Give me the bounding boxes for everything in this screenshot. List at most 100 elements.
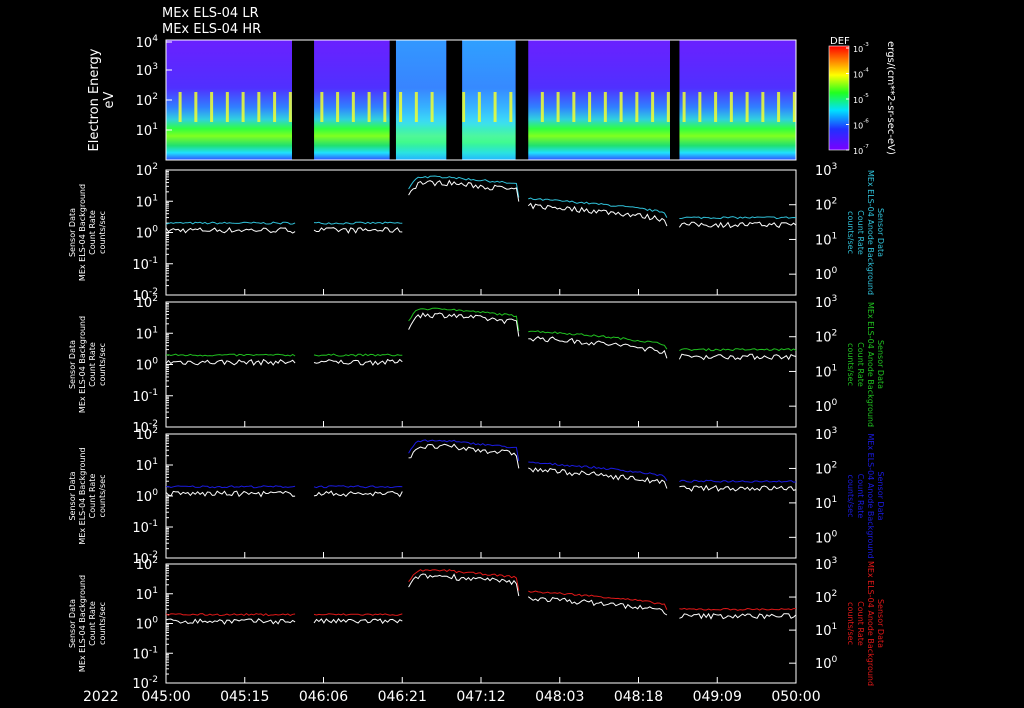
spectrogram-ytick-label: 102 [136, 92, 158, 109]
left-ylabel-line: counts/sec [98, 602, 107, 645]
right-ytick-label: 101 [815, 231, 837, 248]
series-line-white [679, 612, 797, 620]
right-ytick-label: 101 [815, 622, 837, 639]
left-ytick-label: 100 [136, 488, 159, 505]
right-ylabel-line: MEx ELS-04 Anode Background [866, 433, 875, 558]
xtick-label: 050:00 [771, 689, 820, 705]
left-ytick-label: 101 [136, 325, 158, 342]
panel-frame [165, 169, 797, 296]
xtick-label: 045:00 [141, 689, 190, 705]
spectrogram-burst [210, 92, 214, 122]
left-ytick-label: 102 [136, 426, 158, 443]
right-ytick-label: 102 [815, 197, 837, 214]
right-ylabel-line: MEx ELS-04 Anode Background [866, 170, 875, 295]
series-line-white [313, 618, 403, 625]
left-ylabel-line: Count Rate [88, 474, 97, 519]
series-line-colored [165, 353, 296, 357]
series-line-white [528, 596, 668, 616]
left-ytick-label: 100 [136, 357, 159, 374]
spectrogram-burst [351, 92, 355, 122]
panel-frame [165, 563, 797, 684]
spectrogram-burst [367, 92, 371, 122]
spectrogram-burst [603, 92, 607, 122]
spectrogram-gap [515, 40, 529, 160]
right-ytick-label: 100 [815, 398, 838, 415]
series-line-white [313, 490, 403, 498]
plot-header: MEx ELS-04 LR MEx ELS-04 HR [162, 6, 261, 37]
count-rate-panel-blue: 10210110010-110-2103102101100Sensor Data… [68, 426, 885, 567]
series-line-colored [679, 347, 797, 352]
right-ylabel-line: Count Rate [856, 474, 865, 519]
left-ytick-label: 101 [136, 586, 158, 603]
spectrogram-burst [225, 92, 229, 122]
spectrogram-ylabel: Electron Energy [87, 48, 102, 151]
series-line-white [678, 353, 797, 361]
spectrogram-burst [273, 92, 277, 122]
header-line-2: MEx ELS-04 HR [162, 22, 261, 37]
series-line-white [528, 467, 668, 489]
series-line-white [408, 312, 520, 337]
colorbar-tick-label: 10-5 [853, 93, 869, 105]
right-ytick-label: 103 [815, 426, 838, 443]
right-ylabel-line: Count Rate [856, 601, 865, 646]
header-line-1: MEx ELS-04 LR [162, 6, 259, 21]
left-ylabel-line: MEx ELS-04 Background [78, 447, 87, 544]
colorbar-tick-label: 10-3 [853, 42, 869, 54]
spectrogram-ytick-label: 104 [136, 34, 159, 51]
series-line-colored [313, 221, 403, 225]
spectrogram-burst [682, 92, 686, 122]
right-ytick-label: 100 [815, 529, 838, 546]
spectrogram-burst [493, 92, 497, 122]
spectrogram-burst [666, 92, 670, 122]
series-line-white [528, 336, 668, 359]
left-ylabel-line: Sensor Data [68, 471, 77, 520]
series-line-colored [313, 613, 403, 616]
spectrogram-gap [446, 40, 463, 160]
series-line-colored [679, 479, 797, 483]
series-line-white [408, 443, 520, 469]
spectrogram-burst [178, 92, 182, 122]
series-line-colored [165, 612, 296, 617]
xtick-label: 048:03 [535, 689, 584, 705]
year-label: 2022 [83, 689, 119, 705]
series-line-colored [679, 216, 797, 220]
spectrogram-burst [540, 92, 544, 122]
left-ylabel-line: counts/sec [98, 343, 107, 386]
spectrogram-ytick-label: 103 [136, 62, 159, 79]
spectrogram-burst [399, 92, 403, 122]
spectrogram-gap [670, 40, 680, 160]
colorbar-unit: ergs/(cm**2-sr-sec-eV) [885, 41, 896, 155]
right-ylabel-line: Sensor Data [876, 599, 885, 648]
colorbar-tick-label: 10-7 [853, 144, 869, 156]
left-ytick-label: 102 [136, 556, 158, 573]
spectrogram-burst [509, 92, 513, 122]
spectrogram-burst [556, 92, 560, 122]
right-ylabel-line: counts/sec [846, 602, 855, 645]
right-ylabel-line: Count Rate [856, 210, 865, 255]
right-ytick-label: 103 [815, 556, 838, 573]
xtick-label: 047:12 [456, 689, 505, 705]
spectrogram-panel: 104 103 102 101 Electron Energy eV DEF10-3 10-4… [87, 34, 896, 161]
spectrogram-yunit: eV [102, 91, 117, 108]
spectrogram-enhanced-region-2 [462, 40, 516, 160]
right-ytick-label: 102 [815, 460, 837, 477]
series-line-white [165, 227, 296, 234]
series-line-white [313, 227, 403, 234]
xtick-label: 046:06 [299, 689, 348, 705]
colorbar-title: DEF [830, 36, 850, 47]
left-ylabel-line: Sensor Data [68, 208, 77, 257]
right-ytick-label: 103 [815, 294, 838, 311]
series-line-colored [528, 197, 668, 218]
left-ytick-label: 10-1 [132, 388, 158, 405]
spectrogram-ytick-label: 101 [136, 122, 158, 139]
right-ytick-label: 100 [815, 266, 838, 283]
left-ytick-label: 101 [136, 193, 158, 210]
series-line-colored [313, 485, 403, 489]
spectrogram-burst [651, 92, 655, 122]
left-ylabel-line: MEx ELS-04 Background [78, 316, 87, 413]
spectrogram-burst [588, 92, 592, 122]
series-line-colored [408, 439, 520, 462]
xtick-label: 048:18 [614, 689, 663, 705]
spectrogram-burst [792, 92, 796, 122]
right-ylabel-line: counts/sec [846, 343, 855, 386]
